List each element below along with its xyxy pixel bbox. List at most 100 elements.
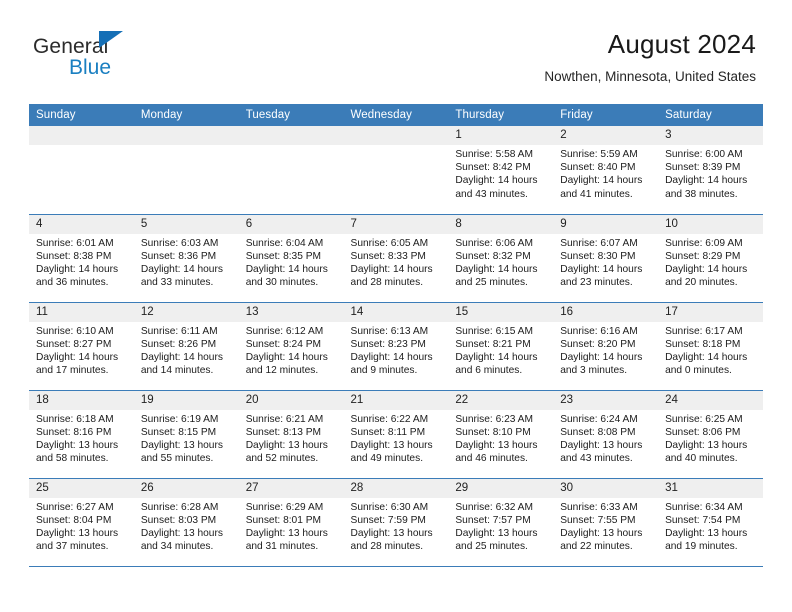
- sunrise-text: Sunrise: 6:32 AM: [455, 501, 533, 513]
- sunset-text: Sunset: 8:39 PM: [665, 162, 741, 174]
- day-number: 4: [29, 214, 134, 234]
- general-blue-logo[interactable]: General Blue: [33, 28, 213, 79]
- sunset-text: Sunset: 8:04 PM: [36, 514, 112, 526]
- calendar-day-cell[interactable]: 4 Sunrise: 6:01 AM Sunset: 8:38 PM Daylight…: [29, 214, 134, 303]
- calendar-day-cell[interactable]: 21 Sunrise: 6:22 AM Sunset: 8:11 PM Dayligh…: [343, 390, 449, 479]
- daylight-text: Daylight: 13 hours and 25 minutes.: [455, 527, 538, 553]
- sunset-text: Sunset: 7:55 PM: [560, 514, 636, 526]
- sunset-text: Sunset: 8:32 PM: [455, 250, 531, 262]
- calendar-day-cell[interactable]: 28 Sunrise: 6:30 AM Sunset: 7:59 PM Dayligh…: [343, 478, 449, 567]
- calendar-week-row: 18 Sunrise: 6:18 AM Sunset: 8:16 PM Dayligh…: [29, 390, 763, 479]
- sunrise-text: Sunrise: 6:29 AM: [245, 501, 324, 513]
- calendar-day-cell[interactable]: 14 Sunrise: 6:13 AM Sunset: 8:23 PM Dayligh…: [343, 302, 449, 391]
- sunrise-text: Sunrise: 6:03 AM: [140, 237, 219, 249]
- calendar-day-cell[interactable]: 7 Sunrise: 6:05 AM Sunset: 8:33 PM Daylight…: [343, 214, 449, 303]
- day-details: Sunrise: 6:06 AM Sunset: 8:32 PM Daylight:…: [448, 234, 553, 290]
- sunrise-text: Sunrise: 6:22 AM: [350, 413, 429, 425]
- sunrise-text: Sunrise: 6:30 AM: [350, 501, 429, 513]
- calendar-week-row: 4 Sunrise: 6:01 AM Sunset: 8:38 PM Daylight…: [29, 214, 763, 303]
- weekday-header-sunday: Sunday: [29, 104, 134, 126]
- day-number: 12: [133, 302, 239, 322]
- sunrise-text: Sunrise: 6:09 AM: [665, 237, 743, 249]
- page-header: General Blue August 2024 Nowthen, Minnes…: [0, 0, 792, 104]
- calendar-day-cell[interactable]: 11 Sunrise: 6:10 AM Sunset: 8:27 PM Dayligh…: [29, 302, 134, 391]
- day-number: 29: [448, 478, 554, 498]
- sunrise-text: Sunrise: 6:04 AM: [245, 237, 324, 249]
- sunrise-text: Sunrise: 6:28 AM: [140, 501, 219, 513]
- calendar-day-cell[interactable]: 19 Sunrise: 6:19 AM Sunset: 8:15 PM Dayligh…: [133, 390, 239, 479]
- day-number: 31: [658, 478, 763, 498]
- calendar-day-cell[interactable]: 8 Sunrise: 6:06 AM Sunset: 8:32 PM Daylight…: [448, 214, 554, 303]
- sunrise-text: Sunrise: 6:27 AM: [36, 501, 114, 513]
- calendar-day-cell[interactable]: 12 Sunrise: 6:11 AM Sunset: 8:26 PM Dayligh…: [133, 302, 239, 391]
- day-details: Sunrise: 6:32 AM Sunset: 7:57 PM Daylight:…: [448, 498, 553, 554]
- daylight-text: Daylight: 14 hours and 43 minutes.: [455, 175, 538, 200]
- daylight-text: Daylight: 13 hours and 31 minutes.: [245, 527, 328, 553]
- calendar-day-cell[interactable]: 30 Sunrise: 6:33 AM Sunset: 7:55 PM Dayligh…: [553, 478, 659, 567]
- calendar-day-cell[interactable]: 13 Sunrise: 6:12 AM Sunset: 8:24 PM Dayligh…: [238, 302, 344, 391]
- calendar-day-cell[interactable]: 26 Sunrise: 6:28 AM Sunset: 8:03 PM Dayligh…: [133, 478, 239, 567]
- page-subtitle: Nowthen, Minnesota, United States: [544, 69, 756, 84]
- day-number: 14: [343, 302, 449, 322]
- sunrise-text: Sunrise: 6:23 AM: [455, 413, 533, 425]
- day-number: 15: [448, 302, 554, 322]
- sunset-text: Sunset: 8:23 PM: [350, 338, 426, 350]
- calendar-day-cell[interactable]: 25 Sunrise: 6:27 AM Sunset: 8:04 PM Dayligh…: [29, 478, 134, 567]
- day-details: Sunrise: 6:16 AM Sunset: 8:20 PM Daylight:…: [553, 322, 658, 378]
- sunrise-text: Sunrise: 6:24 AM: [560, 413, 638, 425]
- day-number: 25: [29, 478, 134, 498]
- calendar-day-cell[interactable]: 16 Sunrise: 6:16 AM Sunset: 8:20 PM Dayligh…: [553, 302, 659, 391]
- sunset-text: Sunset: 8:33 PM: [350, 250, 426, 262]
- calendar-day-cell[interactable]: 24 Sunrise: 6:25 AM Sunset: 8:06 PM Dayligh…: [658, 390, 763, 479]
- calendar-day-cell[interactable]: 1 Sunrise: 5:58 AM Sunset: 8:42 PM Daylight…: [448, 126, 554, 215]
- calendar-day-cell[interactable]: 20 Sunrise: 6:21 AM Sunset: 8:13 PM Dayligh…: [238, 390, 344, 479]
- sunset-text: Sunset: 7:57 PM: [455, 514, 531, 526]
- day-number: 21: [343, 390, 449, 410]
- calendar-day-cell[interactable]: 29 Sunrise: 6:32 AM Sunset: 7:57 PM Dayligh…: [448, 478, 554, 567]
- calendar-day-cell[interactable]: 23 Sunrise: 6:24 AM Sunset: 8:08 PM Dayligh…: [553, 390, 659, 479]
- day-number: 20: [238, 390, 344, 410]
- calendar-day-cell[interactable]: 22 Sunrise: 6:23 AM Sunset: 8:10 PM Dayligh…: [448, 390, 554, 479]
- calendar-day-cell[interactable]: 17 Sunrise: 6:17 AM Sunset: 8:18 PM Dayligh…: [658, 302, 763, 391]
- sunrise-text: Sunrise: 5:58 AM: [455, 149, 533, 160]
- day-number: 2: [553, 126, 659, 145]
- day-number: 6: [238, 214, 344, 234]
- calendar-day-cell[interactable]: 31 Sunrise: 6:34 AM Sunset: 7:54 PM Dayligh…: [658, 478, 763, 567]
- weekday-header-thursday: Thursday: [448, 104, 554, 126]
- day-number: 27: [238, 478, 344, 498]
- sunset-text: Sunset: 8:27 PM: [36, 338, 112, 350]
- day-number: 22: [448, 390, 554, 410]
- calendar-day-cell-empty: [343, 126, 449, 215]
- calendar-day-cell[interactable]: 15 Sunrise: 6:15 AM Sunset: 8:21 PM Dayligh…: [448, 302, 554, 391]
- calendar-week-row: 11 Sunrise: 6:10 AM Sunset: 8:27 PM Dayligh…: [29, 302, 763, 391]
- calendar-day-cell[interactable]: 10 Sunrise: 6:09 AM Sunset: 8:29 PM Dayligh…: [658, 214, 763, 303]
- daylight-text: Daylight: 14 hours and 17 minutes.: [36, 351, 119, 377]
- day-number: 8: [448, 214, 554, 234]
- logo-text-blue: Blue: [69, 56, 112, 79]
- weekday-header: Sunday Monday Tuesday Wednesday Thursday Frid…: [29, 104, 763, 126]
- sunset-text: Sunset: 8:10 PM: [455, 426, 531, 438]
- sunset-text: Sunset: 8:08 PM: [560, 426, 636, 438]
- calendar-day-cell[interactable]: 9 Sunrise: 6:07 AM Sunset: 8:30 PM Daylight…: [553, 214, 659, 303]
- daylight-text: Daylight: 13 hours and 19 minutes.: [665, 527, 748, 553]
- calendar-day-cell[interactable]: 27 Sunrise: 6:29 AM Sunset: 8:01 PM Dayligh…: [238, 478, 344, 567]
- day-number: 23: [553, 390, 659, 410]
- day-number: 19: [133, 390, 239, 410]
- day-details: Sunrise: 6:21 AM Sunset: 8:13 PM Daylight:…: [239, 410, 344, 466]
- sunset-text: Sunset: 8:03 PM: [140, 514, 217, 526]
- day-details: Sunrise: 6:33 AM Sunset: 7:55 PM Daylight:…: [553, 498, 658, 554]
- calendar-week-row: 25 Sunrise: 6:27 AM Sunset: 8:04 PM Dayligh…: [29, 478, 763, 567]
- daylight-text: Daylight: 13 hours and 28 minutes.: [350, 527, 433, 553]
- sunset-text: Sunset: 8:15 PM: [140, 426, 217, 438]
- day-details: Sunrise: 6:22 AM Sunset: 8:11 PM Daylight:…: [344, 410, 449, 466]
- calendar-day-cell[interactable]: 3 Sunrise: 6:00 AM Sunset: 8:39 PM Daylight…: [658, 126, 763, 215]
- day-details: Sunrise: 6:29 AM Sunset: 8:01 PM Daylight:…: [239, 498, 344, 554]
- sunrise-text: Sunrise: 6:01 AM: [36, 237, 114, 249]
- calendar-day-cell[interactable]: 5 Sunrise: 6:03 AM Sunset: 8:36 PM Daylight…: [133, 214, 239, 303]
- calendar-day-cell[interactable]: 6 Sunrise: 6:04 AM Sunset: 8:35 PM Daylight…: [238, 214, 344, 303]
- day-details: Sunrise: 6:17 AM Sunset: 8:18 PM Daylight:…: [658, 322, 763, 378]
- calendar-day-cell[interactable]: 2 Sunrise: 5:59 AM Sunset: 8:40 PM Daylight…: [553, 126, 659, 215]
- day-number: 7: [343, 214, 449, 234]
- calendar-day-cell[interactable]: 18 Sunrise: 6:18 AM Sunset: 8:16 PM Dayligh…: [29, 390, 134, 479]
- sunset-text: Sunset: 8:01 PM: [245, 514, 322, 526]
